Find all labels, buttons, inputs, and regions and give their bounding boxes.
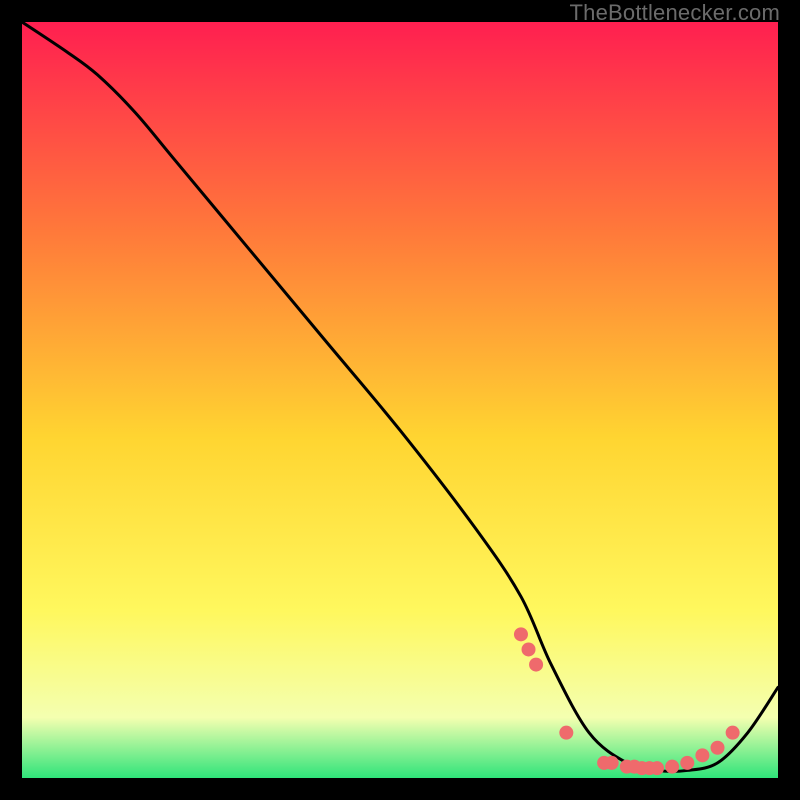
- marker-dot: [711, 741, 725, 755]
- bottleneck-curve: [22, 22, 778, 771]
- marker-dots: [514, 627, 740, 775]
- marker-dot: [680, 756, 694, 770]
- marker-dot: [514, 627, 528, 641]
- marker-dot: [650, 761, 664, 775]
- marker-dot: [522, 642, 536, 656]
- chart-stage: TheBottlenecker.com: [0, 0, 800, 800]
- marker-dot: [559, 726, 573, 740]
- curve-layer: [22, 22, 778, 778]
- marker-dot: [695, 748, 709, 762]
- marker-dot: [605, 756, 619, 770]
- watermark-text: TheBottlenecker.com: [570, 0, 780, 26]
- marker-dot: [529, 658, 543, 672]
- marker-dot: [726, 726, 740, 740]
- marker-dot: [665, 760, 679, 774]
